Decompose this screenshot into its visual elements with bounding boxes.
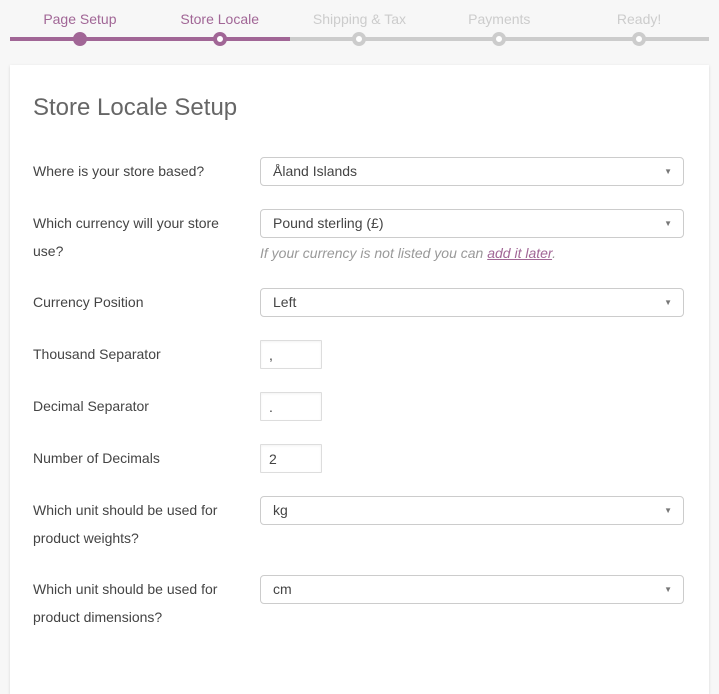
field-weight-unit: Which unit should be used for product we… [33, 496, 684, 552]
field-currency-position: Currency Position Left ▼ [33, 288, 684, 317]
setup-steps: Page Setup Store Locale Shipping & Tax P… [10, 0, 709, 46]
currency-position-label: Currency Position [33, 294, 144, 310]
step-label: Page Setup [43, 11, 117, 27]
field-thousand-separator: Thousand Separator [33, 340, 684, 369]
field-store-location: Where is your store based? Åland Islands… [33, 157, 684, 186]
step-dot [492, 32, 507, 46]
step-dot [72, 32, 87, 46]
decimal-separator-input[interactable] [260, 392, 322, 421]
field-decimal-separator: Decimal Separator [33, 392, 684, 421]
field-currency: Which currency will your store use? Poun… [33, 209, 684, 265]
step-dot [212, 32, 227, 46]
field-number-of-decimals: Number of Decimals [33, 444, 684, 473]
dimension-unit-label: Which unit should be used for product di… [33, 581, 218, 625]
store-location-select[interactable]: Åland Islands ▼ [260, 157, 684, 186]
chevron-down-icon: ▼ [664, 585, 672, 594]
selected-value: Pound sterling (£) [273, 215, 384, 231]
step-label: Payments [468, 11, 531, 27]
selected-value: Åland Islands [273, 163, 358, 179]
step-label: Ready! [616, 11, 662, 27]
add-it-later-link[interactable]: add it later [487, 245, 552, 261]
selected-value: kg [273, 502, 288, 518]
chevron-down-icon: ▼ [664, 219, 672, 228]
chevron-down-icon: ▼ [664, 298, 672, 307]
chevron-down-icon: ▼ [664, 167, 672, 176]
weight-unit-label: Which unit should be used for product we… [33, 502, 218, 546]
thousand-separator-input[interactable] [260, 340, 322, 369]
step-store-locale: Store Locale [149, 0, 290, 46]
step-shipping-tax: Shipping & Tax [289, 0, 430, 46]
number-of-decimals-input[interactable] [260, 444, 322, 473]
currency-select[interactable]: Pound sterling (£) ▼ [260, 209, 684, 238]
page-title: Store Locale Setup [33, 94, 238, 121]
chevron-down-icon: ▼ [664, 506, 672, 515]
step-page-setup: Page Setup [10, 0, 150, 46]
selected-value: Left [273, 294, 297, 310]
currency-label: Which currency will your store use? [33, 215, 219, 259]
step-payments: Payments [429, 0, 570, 46]
selected-value: cm [273, 581, 292, 597]
step-label: Shipping & Tax [312, 11, 407, 27]
decimal-separator-label: Decimal Separator [33, 398, 149, 414]
step-label: Store Locale [180, 11, 259, 27]
currency-help-text: If your currency is not listed you can a… [260, 245, 556, 261]
dimension-unit-select[interactable]: cm ▼ [260, 575, 684, 604]
store-locale-form: Where is your store based? Åland Islands… [33, 157, 684, 631]
number-of-decimals-label: Number of Decimals [33, 450, 160, 466]
weight-unit-select[interactable]: kg ▼ [260, 496, 684, 525]
setup-card: Store Locale Setup Where is your store b… [10, 65, 709, 694]
step-dot [632, 32, 647, 46]
thousand-separator-label: Thousand Separator [33, 346, 161, 362]
field-dimension-unit: Which unit should be used for product di… [33, 575, 684, 631]
currency-position-select[interactable]: Left ▼ [260, 288, 684, 317]
step-dot [352, 32, 367, 46]
step-ready: Ready! [569, 0, 709, 46]
store-location-label: Where is your store based? [33, 163, 205, 179]
